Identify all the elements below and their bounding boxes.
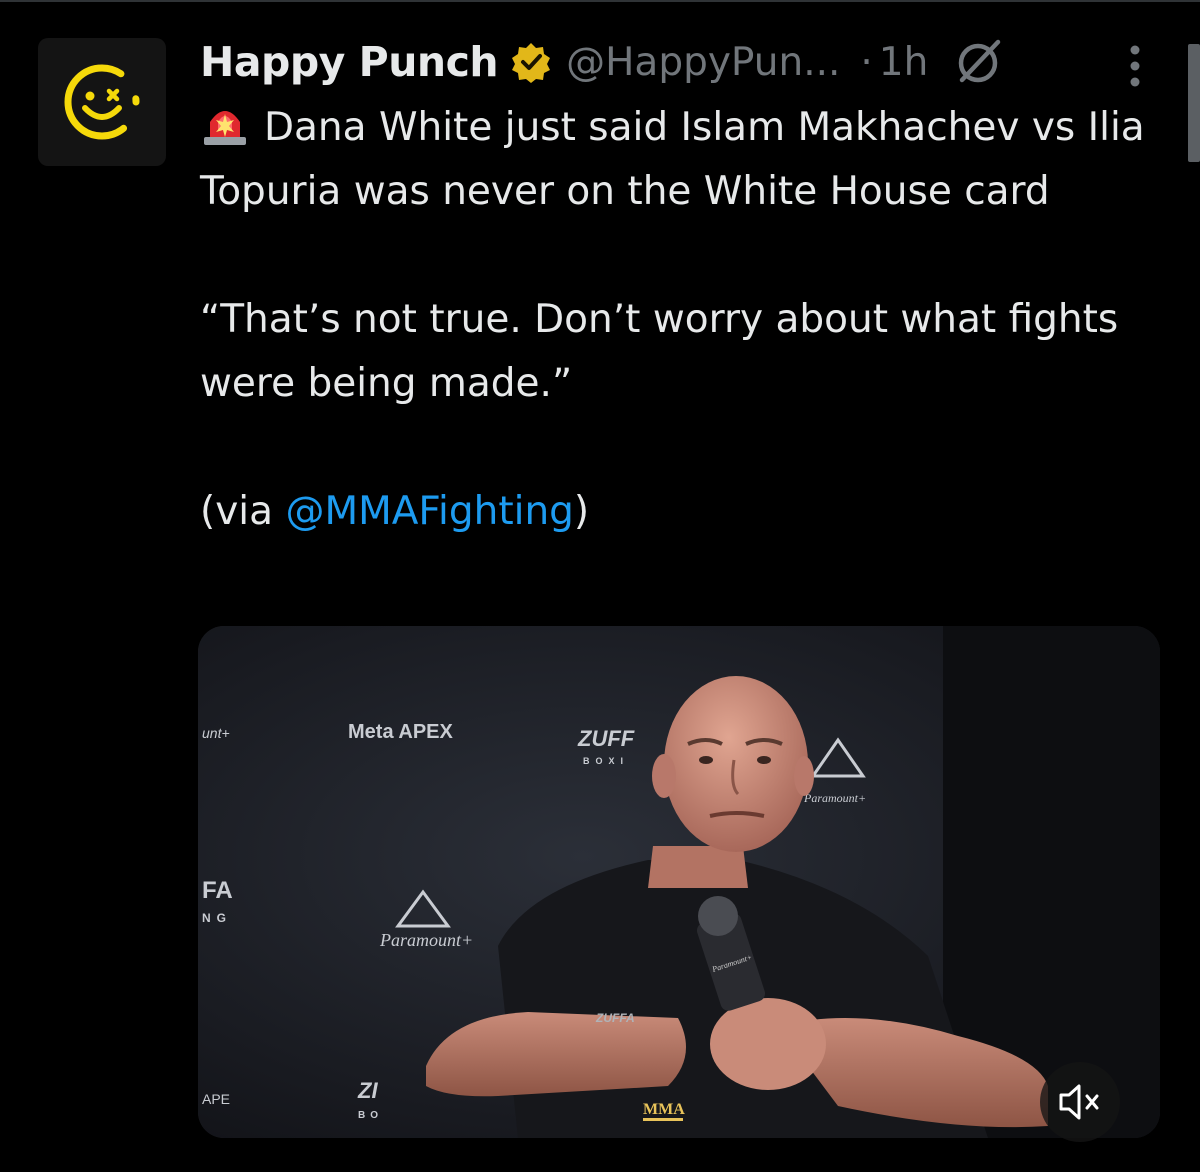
tweet-source-line: (via @MMAFighting) (200, 480, 1175, 544)
via-prefix: (via (200, 489, 286, 534)
scrollbar-thumb[interactable] (1188, 44, 1200, 162)
video-frame: Meta APEX ZUFF BOXI FA NG Paramount+ FA … (198, 626, 1160, 1138)
tweet-headline-paragraph: Dana White just said Islam Makhachev vs … (200, 96, 1175, 224)
grok-icon[interactable] (952, 36, 1004, 88)
svg-text:BOXI: BOXI (583, 756, 629, 766)
smiley-face-icon (64, 64, 140, 140)
via-suffix: ) (573, 489, 590, 534)
tweet-headline: Dana White just said Islam Makhachev vs … (200, 105, 1145, 214)
svg-text:Paramount+: Paramount+ (803, 791, 866, 805)
author-display-name[interactable]: Happy Punch (200, 38, 499, 86)
mma-fighting-watermark: MMA (643, 1101, 685, 1118)
tweet-text: Dana White just said Islam Makhachev vs … (200, 96, 1175, 544)
svg-text:BO: BO (358, 1110, 383, 1121)
mention-link[interactable]: @MMAFighting (285, 489, 573, 534)
tweet-quote: “That’s not true. Don’t worry about what… (200, 297, 1119, 406)
mute-toggle-button[interactable] (1040, 1062, 1120, 1142)
svg-text:ZUFFA: ZUFFA (595, 1011, 635, 1025)
speaker-muted-icon (1059, 1084, 1099, 1120)
svg-text:unt+: unt+ (202, 725, 230, 741)
tweet-header: Happy Punch @HappyPun... · 1h (200, 30, 1160, 94)
more-options-icon[interactable] (1118, 38, 1152, 94)
svg-text:ZUFF: ZUFF (577, 726, 635, 751)
svg-text:ZI: ZI (357, 1078, 378, 1103)
backdrop-meta-apex: Meta APEX (348, 721, 454, 743)
tweet-timestamp[interactable]: 1h (879, 40, 929, 85)
tweet-video[interactable]: Meta APEX ZUFF BOXI FA NG Paramount+ FA … (198, 626, 1160, 1138)
author-handle[interactable]: @HappyPun... (566, 40, 840, 85)
top-divider (0, 0, 1200, 2)
verified-badge-icon[interactable] (510, 41, 552, 83)
svg-text:APE: APE (202, 1091, 230, 1107)
header-separator: · (860, 39, 873, 85)
svg-text:NG: NG (202, 911, 232, 925)
author-avatar[interactable] (38, 38, 166, 166)
svg-text:Paramount+: Paramount+ (379, 930, 473, 950)
rotating-light-emoji (200, 100, 250, 146)
svg-text:FA: FA (202, 877, 233, 904)
